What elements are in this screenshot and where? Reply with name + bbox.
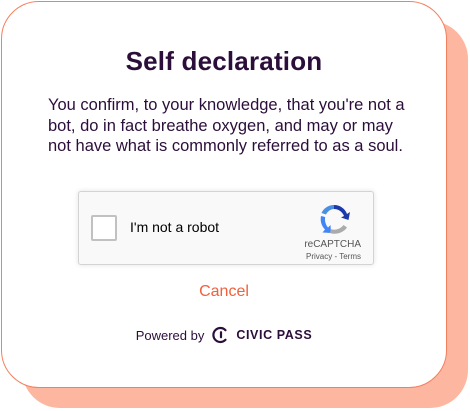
recaptcha-brand: reCAPTCHA	[304, 239, 361, 250]
not-robot-checkbox[interactable]	[91, 215, 117, 241]
dialog-title: Self declaration	[125, 46, 323, 76]
recaptcha-terms-link[interactable]: Terms	[339, 252, 361, 261]
recaptcha-links: Privacy - Terms	[306, 252, 361, 261]
page: Self declaration You confirm, to your kn…	[0, 0, 470, 411]
civic-logo-icon	[212, 326, 227, 344]
powered-by-footer: Powered by CIVIC PASS	[2, 326, 446, 344]
recaptcha-privacy-link[interactable]: Privacy	[306, 252, 332, 261]
recaptcha-logo-icon	[320, 205, 350, 234]
civic-pass-brand: CIVIC PASS	[236, 328, 313, 342]
cancel-button[interactable]: Cancel	[2, 283, 446, 301]
not-robot-label[interactable]: I'm not a robot	[130, 219, 219, 235]
recaptcha-widget: I'm not a robot reCAPTCHA Privacy - Term…	[78, 191, 374, 265]
self-declaration-dialog: Self declaration You confirm, to your kn…	[1, 1, 447, 388]
powered-by-label: Powered by	[135, 327, 205, 343]
dialog-message: You confirm, to your knowledge, that you…	[48, 96, 405, 155]
